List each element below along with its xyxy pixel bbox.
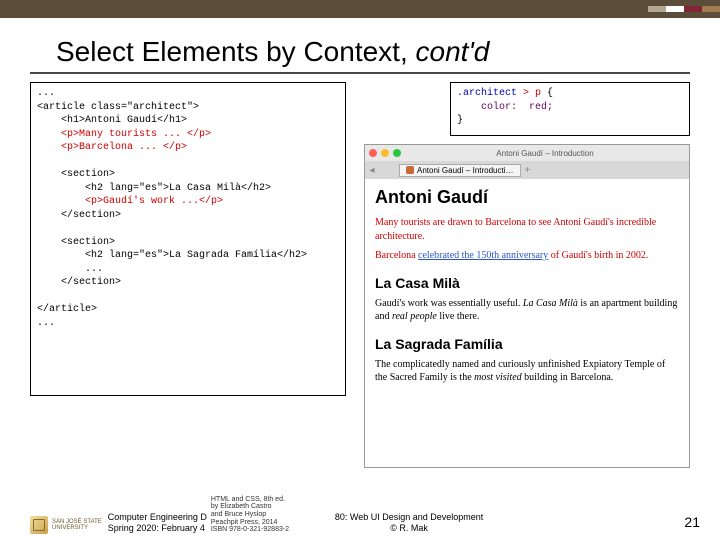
- slide-footer: SAN JOSÉ STATE UNIVERSITY Computer Engin…: [30, 496, 700, 534]
- tab-label: Antoni Gaudí – Introducti…: [417, 166, 514, 175]
- title-suffix: cont'd: [416, 36, 490, 67]
- course-block: 80: Web UI Design and Development © R. M…: [335, 512, 483, 534]
- page-h1: Antoni Gaudí: [375, 187, 679, 208]
- browser-body: Antoni Gaudí Many tourists are drawn to …: [365, 179, 689, 397]
- sjsu-logo-icon: [30, 516, 48, 534]
- anniversary-link[interactable]: celebrated the 150th anniversary: [418, 250, 548, 261]
- browser-titlebar: Antoni Gaudí – Introduction: [365, 145, 689, 161]
- tab-prev-icon[interactable]: ◂: [365, 165, 379, 176]
- sagrada-paragraph: The complicatedly named and curiously un…: [375, 358, 679, 385]
- browser-tab[interactable]: Antoni Gaudí – Introducti…: [399, 164, 521, 177]
- zoom-icon[interactable]: [393, 149, 401, 157]
- intro-paragraph-2: Barcelona celebrated the 150th anniversa…: [375, 249, 679, 263]
- book-citation: HTML and CSS, 8th ed. by Elizabeth Castr…: [211, 496, 331, 534]
- browser-tabbar: ◂ Antoni Gaudí – Introducti… +: [365, 161, 689, 179]
- title-rule: [30, 72, 690, 74]
- stripe-solid-2: [0, 12, 720, 18]
- stripe-accent-row: [0, 6, 720, 12]
- section-h2-casa: La Casa Milà: [375, 275, 679, 291]
- browser-preview: Antoni Gaudí – Introduction ◂ Antoni Gau…: [364, 144, 690, 468]
- html-code-box: ... <article class="architect"> <h1>Anto…: [30, 82, 346, 396]
- close-icon[interactable]: [369, 149, 377, 157]
- new-tab-icon[interactable]: +: [525, 165, 531, 176]
- page-number: 21: [684, 514, 700, 530]
- sjsu-text: SAN JOSÉ STATE UNIVERSITY: [52, 519, 102, 531]
- title-main: Select Elements by Context,: [56, 36, 416, 67]
- intro-paragraph-1: Many tourists are drawn to Barcelona to …: [375, 216, 679, 243]
- section-h2-sagrada: La Sagrada Família: [375, 336, 679, 352]
- css-code-box: .architect > p { color: red; }: [450, 82, 690, 136]
- dept-block: Computer Engineering D Spring 2020: Febr…: [108, 512, 207, 534]
- content-area: ... <article class="architect"> <h1>Anto…: [30, 82, 690, 482]
- slide-title: Select Elements by Context, cont'd: [56, 36, 720, 68]
- favicon-icon: [406, 166, 414, 174]
- minimize-icon[interactable]: [381, 149, 389, 157]
- window-title: Antoni Gaudí – Introduction: [405, 149, 685, 158]
- casa-paragraph: Gaudí's work was essentially useful. La …: [375, 297, 679, 324]
- sjsu-logo-block: SAN JOSÉ STATE UNIVERSITY: [30, 516, 102, 534]
